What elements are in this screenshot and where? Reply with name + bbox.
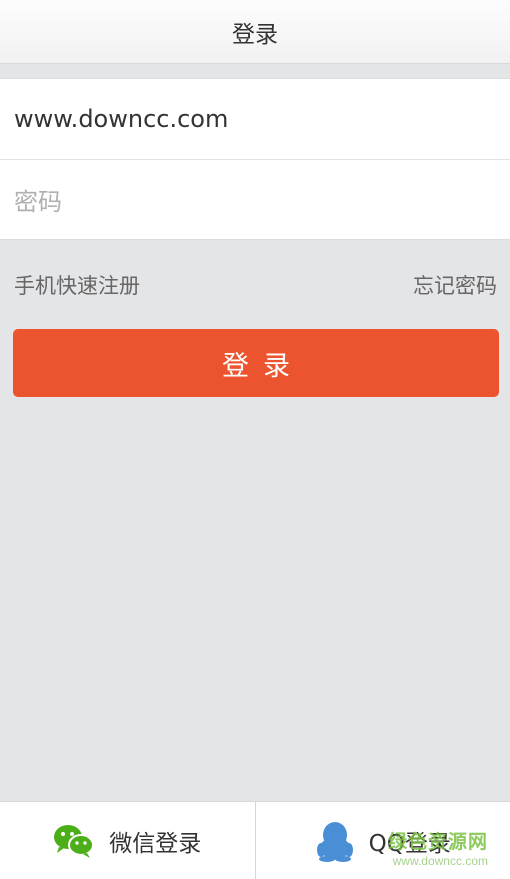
qq-icon	[315, 820, 355, 862]
qq-login-button[interactable]: QQ登录	[254, 802, 510, 879]
username-field[interactable]: www.downcc.com	[0, 79, 510, 159]
login-form: www.downcc.com 密码	[0, 78, 510, 240]
login-button[interactable]: 登录	[13, 329, 499, 397]
top-bar: 登录	[0, 0, 510, 64]
forgot-password-link[interactable]: 忘记密码	[413, 270, 497, 300]
password-placeholder: 密码	[14, 188, 62, 216]
page-title: 登录	[232, 21, 278, 48]
wechat-icon	[53, 823, 95, 859]
wechat-login-label: 微信登录	[109, 830, 202, 857]
auxiliary-links: 手机快速注册 忘记密码	[0, 270, 510, 300]
password-field[interactable]: 密码	[0, 159, 510, 239]
register-link[interactable]: 手机快速注册	[14, 270, 140, 300]
third-party-login-bar: 微信登录 QQ登录	[0, 801, 510, 879]
qq-login-label: QQ登录	[368, 830, 451, 857]
wechat-login-button[interactable]: 微信登录	[0, 802, 255, 879]
username-value: www.downcc.com	[14, 105, 229, 133]
